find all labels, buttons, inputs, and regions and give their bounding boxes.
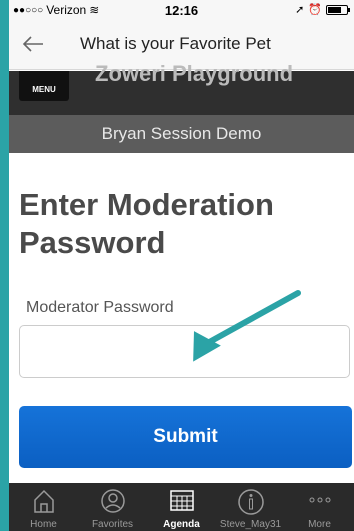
- session-title: Bryan Session Demo: [9, 115, 354, 153]
- person-icon: [100, 489, 125, 513]
- annotation-arrow-icon: [193, 290, 301, 362]
- alarm-icon: ⏰: [308, 4, 322, 16]
- tab-more[interactable]: More: [285, 483, 354, 531]
- tab-steve-may31[interactable]: Steve_May31: [216, 483, 285, 531]
- page-title: Enter Moderation Password: [19, 187, 274, 260]
- phone-screen: ●●○○○ Verizon ≋ 12:16 ➚ ⏰ What is your F…: [9, 0, 354, 531]
- info-icon: [237, 489, 264, 515]
- more-icon: [309, 497, 330, 503]
- calendar-icon: [169, 490, 194, 511]
- home-icon: [33, 489, 54, 513]
- tab-label-steve-may31: Steve_May31: [219, 519, 282, 530]
- password-label: Moderator Password: [26, 299, 174, 316]
- tab-label-favorites: Favorites: [91, 519, 134, 530]
- battery-icon: [326, 4, 350, 15]
- status-bar: ●●○○○ Verizon ≋ 12:16 ➚ ⏰: [9, 0, 354, 20]
- tab-agenda[interactable]: Agenda: [147, 483, 216, 531]
- status-right: ➚ ⏰: [295, 3, 350, 16]
- tab-label-more: More: [308, 519, 331, 530]
- submit-button[interactable]: Submit: [19, 406, 352, 468]
- tab-home[interactable]: Home: [9, 483, 78, 531]
- tab-label-home: Home: [30, 519, 57, 530]
- tab-label-agenda: Agenda: [163, 519, 200, 530]
- app-title-cut: Zoweri Playground: [95, 61, 294, 86]
- back-arrow-icon[interactable]: [21, 33, 45, 55]
- tab-bar: Home Favorites Agenda Steve_May31 More: [9, 483, 354, 531]
- location-icon: ➚: [295, 4, 305, 16]
- nav-title: What is your Favorite Pet: [80, 34, 271, 53]
- tab-favorites[interactable]: Favorites: [78, 483, 147, 531]
- menu-button[interactable]: MENU: [19, 71, 69, 101]
- app-header: Zoweri Playground MENU: [9, 61, 354, 115]
